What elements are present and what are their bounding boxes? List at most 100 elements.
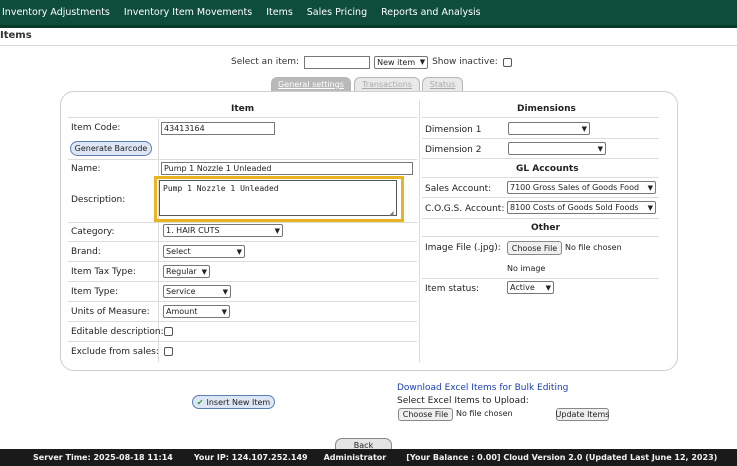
cogs-account-label: C.O.G.S. Account: (425, 204, 505, 214)
select-excel-upload-label: Select Excel Items to Upload: (397, 396, 529, 406)
exclude-from-sales-checkbox[interactable] (164, 347, 173, 356)
tab-general-settings[interactable]: General settings (271, 77, 351, 91)
status-footer: Server Time: 2025-08-18 11:14 Your IP: 1… (0, 449, 737, 466)
nav-items[interactable]: Items (266, 7, 293, 18)
item-heading-rule (68, 117, 417, 118)
server-time: Server Time: 2025-08-18 11:14 (33, 453, 173, 462)
item-code-input[interactable]: 43413164 (161, 122, 275, 135)
item-code-row: Item Code: (71, 123, 120, 133)
image-no-file-text: No file chosen (565, 243, 622, 252)
category-select[interactable]: 1. HAIR CUTS ▼ (163, 224, 283, 237)
row-rule (422, 158, 659, 159)
row-rule (422, 278, 659, 279)
tax-value: Regular (166, 267, 197, 276)
description-label: Description: (71, 195, 126, 205)
chevron-down-icon: ▼ (201, 267, 207, 276)
chevron-down-icon: ▼ (221, 307, 227, 316)
row-rule (68, 301, 417, 302)
exclude-row: Exclude from sales: (71, 347, 159, 357)
item-status-row: Item status: (425, 284, 479, 294)
new-item-select-value: New item (377, 57, 416, 67)
cogs-account-value: 8100 Costs of Goods Sold Foods (510, 203, 639, 212)
row-rule (68, 261, 417, 262)
row-rule (422, 138, 659, 139)
excel-choose-file-button[interactable]: Choose File (398, 408, 453, 421)
tab-transactions[interactable]: Transactions (354, 77, 420, 91)
dimensions-heading: Dimensions (517, 104, 576, 114)
uom-label: Units of Measure: (71, 307, 150, 317)
insert-new-item-label: Insert New Item (206, 397, 271, 407)
nav-inventory-item-movements[interactable]: Inventory Item Movements (124, 7, 252, 18)
item-status-label: Item status: (425, 284, 480, 294)
user-role: Administrator (323, 453, 387, 462)
type-select[interactable]: Service ▼ (163, 285, 231, 298)
type-row: Item Type: (71, 287, 118, 297)
nav-sales-pricing[interactable]: Sales Pricing (307, 7, 367, 18)
insert-new-item-button[interactable]: ✔ Insert New Item (192, 395, 275, 409)
cogs-account-select[interactable]: 8100 Costs of Goods Sold Foods ▼ (507, 201, 656, 214)
item-status-select[interactable]: Active ▼ (507, 281, 554, 294)
download-excel-link[interactable]: Download Excel Items for Bulk Editing (397, 383, 568, 393)
editable-description-checkbox[interactable] (164, 327, 173, 336)
sales-account-value: 7100 Gross Sales of Goods Food (510, 183, 640, 192)
image-file-row: Image File (.jpg): (425, 243, 501, 253)
chevron-down-icon: ▼ (597, 144, 603, 153)
row-rule (68, 321, 417, 322)
category-label: Category: (71, 227, 115, 237)
gl-accounts-heading: GL Accounts (516, 164, 579, 174)
chevron-down-icon: ▼ (545, 283, 551, 292)
title-divider (0, 45, 737, 46)
name-input[interactable]: Pump 1 Nozzle 1 Unleaded (161, 162, 413, 175)
tax-select[interactable]: Regular ▼ (163, 265, 210, 278)
user-ip: Your IP: 124.107.252.149 (193, 453, 308, 462)
description-text: Pump 1 Nozzle 1 Unleaded (163, 184, 279, 193)
row-rule (422, 197, 659, 198)
other-heading: Other (531, 223, 560, 233)
item-section-heading: Item (231, 104, 255, 114)
tab-status[interactable]: Status (422, 77, 463, 91)
uom-row: Units of Measure: (71, 307, 150, 317)
generate-barcode-button[interactable]: Generate Barcode (70, 141, 152, 156)
chevron-down-icon: ▼ (581, 124, 587, 133)
type-label: Item Type: (71, 287, 119, 297)
nav-inventory-adjustments[interactable]: Inventory Adjustments (2, 7, 110, 18)
select-item-input[interactable] (304, 55, 371, 69)
dimension2-select[interactable]: ▼ (508, 142, 606, 155)
dimension2-label: Dimension 2 (425, 145, 482, 155)
uom-value: Amount (166, 307, 198, 316)
chevron-down-icon: ▼ (236, 247, 242, 256)
row-rule (422, 177, 659, 178)
brand-label: Brand: (71, 247, 101, 257)
image-choose-file-button[interactable]: Choose File (507, 241, 562, 255)
editable-description-label: Editable description: (71, 327, 164, 337)
sales-account-label: Sales Account: (425, 184, 492, 194)
editable-row: Editable description: (71, 327, 164, 337)
chevron-down-icon: ▼ (274, 226, 280, 235)
update-items-button[interactable]: Update Items (556, 408, 609, 421)
image-file-label: Image File (.jpg): (425, 243, 501, 253)
resize-handle-icon[interactable]: ◢ (389, 210, 394, 217)
description-textarea[interactable]: Pump 1 Nozzle 1 Unleaded (159, 180, 397, 216)
select-item-label: Select an item: (231, 57, 300, 67)
chevron-down-icon: ▼ (647, 203, 653, 212)
balance-version: [Your Balance : 0.00] Cloud Version 2.0 … (406, 453, 718, 462)
new-item-select[interactable]: New item ▼ (374, 55, 429, 69)
sales-account-select[interactable]: 7100 Gross Sales of Goods Food ▼ (507, 181, 656, 194)
top-nav: Inventory Adjustments Inventory Item Mov… (0, 0, 737, 28)
nav-reports-analysis[interactable]: Reports and Analysis (381, 7, 481, 18)
category-value: 1. HAIR CUTS (166, 226, 220, 235)
row-rule (68, 159, 417, 160)
row-rule (68, 281, 417, 282)
name-label: Name: (71, 164, 101, 174)
show-inactive-checkbox[interactable] (502, 57, 512, 67)
dimension1-select[interactable]: ▼ (508, 122, 590, 135)
column-divider (419, 100, 420, 362)
excel-no-file-text: No file chosen (456, 409, 513, 418)
tax-row: Item Tax Type: (71, 267, 136, 277)
brand-select[interactable]: Select ▼ (163, 245, 245, 258)
uom-select[interactable]: Amount ▼ (163, 305, 230, 318)
select-item-row: Select an item: New item ▼ Show inactive: (231, 55, 512, 69)
name-row: Name: (71, 164, 101, 174)
page-title: Items (0, 30, 32, 41)
dimension1-label: Dimension 1 (425, 125, 482, 135)
